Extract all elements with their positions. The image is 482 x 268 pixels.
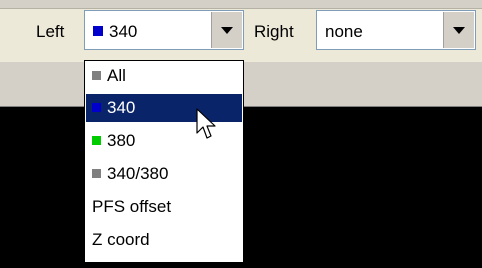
- dropdown-item-340-380[interactable]: 340/380: [86, 160, 242, 188]
- dropdown-item-z-coord[interactable]: Z coord: [86, 226, 242, 254]
- left-select-text: 340: [109, 22, 138, 41]
- right-select[interactable]: none: [316, 10, 476, 50]
- dropdown-item-label: 380: [107, 131, 136, 150]
- toolbar: Left 340 Right none: [0, 0, 482, 107]
- dropdown-item-label: All: [107, 66, 126, 85]
- left-select-dropdown-button[interactable]: [211, 12, 242, 48]
- right-label: Right: [254, 22, 294, 41]
- dropdown-item-label: PFS offset: [92, 197, 172, 216]
- mouse-pointer-icon: [196, 108, 216, 139]
- chevron-down-icon: [453, 27, 465, 34]
- toolbar-top-edge: [0, 0, 482, 9]
- right-select-value: none: [325, 22, 363, 41]
- dropdown-item-label: Z coord: [92, 230, 150, 249]
- left-select-dropdown-list: All 340 380 340/380 PFS offset Z coord: [84, 60, 244, 263]
- left-select-value: 340: [93, 22, 137, 42]
- dropdown-item-340[interactable]: 340: [86, 94, 242, 122]
- color-swatch-icon: [92, 71, 101, 80]
- dropdown-item-380[interactable]: 380: [86, 127, 242, 155]
- chevron-down-icon: [221, 27, 233, 34]
- dropdown-item-label: 340/380: [107, 164, 169, 183]
- color-swatch-icon: [93, 26, 103, 36]
- right-select-dropdown-button[interactable]: [443, 12, 474, 48]
- left-select[interactable]: 340: [84, 10, 244, 50]
- color-swatch-icon: [92, 136, 101, 145]
- dropdown-item-all[interactable]: All: [86, 62, 242, 90]
- dropdown-item-pfs-offset[interactable]: PFS offset: [86, 193, 242, 221]
- color-swatch-icon: [92, 169, 101, 178]
- color-swatch-icon: [92, 103, 101, 112]
- dropdown-item-label: 340: [107, 98, 136, 117]
- left-label: Left: [36, 22, 65, 41]
